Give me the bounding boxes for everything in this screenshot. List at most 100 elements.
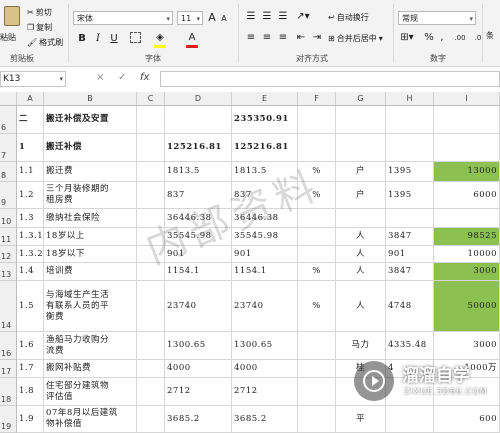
cell-a19[interactable]: 1.9	[17, 406, 44, 433]
border-button[interactable]	[128, 32, 142, 48]
insert-function-icon[interactable]: fx	[140, 72, 149, 83]
cell-h12[interactable]: 901	[386, 246, 434, 263]
cell-h10[interactable]	[386, 209, 434, 228]
align-center-button[interactable]: ≡	[260, 31, 274, 45]
underline-button[interactable]: U	[108, 32, 120, 46]
cell-a18[interactable]: 1.8	[17, 378, 44, 406]
cell-g10[interactable]	[336, 209, 386, 228]
cell-d11[interactable]: 35545.98	[165, 228, 232, 246]
cell-i6[interactable]	[434, 106, 500, 134]
cell-a7[interactable]: 1	[17, 134, 44, 162]
cell-c11[interactable]	[137, 228, 165, 246]
row-header[interactable]: 13	[0, 263, 17, 281]
cell-h8[interactable]: 1395	[386, 162, 434, 182]
cell-i13[interactable]: 3000	[434, 263, 500, 281]
cell-e16[interactable]: 1300.65	[232, 332, 298, 360]
cell-c10[interactable]	[137, 209, 165, 228]
cell-i12[interactable]: 10000	[434, 246, 500, 263]
formula-input[interactable]	[160, 71, 500, 87]
row-header[interactable]: 19	[0, 406, 17, 433]
cell-c18[interactable]	[137, 378, 165, 406]
cell-f19[interactable]	[298, 406, 336, 433]
increase-font-button[interactable]: A	[206, 11, 218, 25]
format-painter-button[interactable]: 🖌 格式刷	[27, 37, 63, 48]
cell-f9[interactable]: %	[298, 182, 336, 209]
align-left-button[interactable]: ≡	[244, 31, 258, 45]
cell-b11[interactable]: 18岁以上	[44, 228, 137, 246]
align-right-button[interactable]: ≡	[276, 31, 290, 45]
merge-center-button[interactable]: ⊞ 合并后居中 ▾	[328, 33, 383, 44]
conditional-format-button[interactable]: 条	[486, 30, 494, 41]
cell-d9[interactable]: 837	[165, 182, 232, 209]
decrease-decimal-button[interactable]: .0	[470, 31, 486, 45]
cell-b19[interactable]: 07年8月以后建筑 物补偿值	[44, 406, 137, 433]
cell-f7[interactable]	[298, 134, 336, 162]
cell-i11[interactable]: 98525	[434, 228, 500, 246]
row-header[interactable]: 8	[0, 162, 17, 182]
cell-e13[interactable]: 1154.1	[232, 263, 298, 281]
row-header[interactable]: 18	[0, 378, 17, 406]
cell-e10[interactable]: 36446.38	[232, 209, 298, 228]
cell-a13[interactable]: 1.4	[17, 263, 44, 281]
cell-d12[interactable]: 901	[165, 246, 232, 263]
cell-d14[interactable]: 23740	[165, 281, 232, 332]
cell-f10[interactable]	[298, 209, 336, 228]
column-header-c[interactable]: C	[137, 92, 165, 106]
align-top-button[interactable]: ☰	[244, 10, 258, 24]
cell-h6[interactable]	[386, 106, 434, 134]
cell-a14[interactable]: 1.5	[17, 281, 44, 332]
cell-a12[interactable]: 1.3.2	[17, 246, 44, 263]
cell-a17[interactable]: 1.7	[17, 360, 44, 378]
column-header-g[interactable]: G	[336, 92, 386, 106]
cell-f18[interactable]	[298, 378, 336, 406]
cell-b17[interactable]: 搬网补贴费	[44, 360, 137, 378]
cell-f16[interactable]	[298, 332, 336, 360]
cell-c19[interactable]	[137, 406, 165, 433]
cell-b10[interactable]: 缴纳社会保险	[44, 209, 137, 228]
cell-c13[interactable]	[137, 263, 165, 281]
cell-d19[interactable]: 3685.2	[165, 406, 232, 433]
decrease-indent-button[interactable]: ⇤	[294, 31, 308, 45]
row-header[interactable]: 11	[0, 228, 17, 246]
cell-e8[interactable]: 1813.5	[232, 162, 298, 182]
cell-h13[interactable]: 3847	[386, 263, 434, 281]
row-header[interactable]: 12	[0, 246, 17, 263]
number-format-select[interactable]: 常规 ▾	[398, 11, 476, 25]
cell-e17[interactable]: 4000	[232, 360, 298, 378]
cell-e18[interactable]: 2712	[232, 378, 298, 406]
column-header-h[interactable]: H	[386, 92, 434, 106]
cell-b6[interactable]: 搬迁补偿及安置	[44, 106, 137, 134]
cell-b13[interactable]: 培训费	[44, 263, 137, 281]
row-header[interactable]: 9	[0, 182, 17, 209]
row-header[interactable]: 14	[0, 281, 17, 332]
cell-b14[interactable]: 与海域生产生活 有联系人员的平 衡费	[44, 281, 137, 332]
cell-f6[interactable]	[298, 106, 336, 134]
cell-a9[interactable]: 1.2	[17, 182, 44, 209]
cell-i14[interactable]: 50000	[434, 281, 500, 332]
cell-h11[interactable]: 3847	[386, 228, 434, 246]
cell-d6[interactable]	[165, 106, 232, 134]
row-header[interactable]: 16	[0, 332, 17, 360]
cell-b9[interactable]: 三个月装修期的 租房费	[44, 182, 137, 209]
cell-c16[interactable]	[137, 332, 165, 360]
cell-e19[interactable]: 3685.2	[232, 406, 298, 433]
cell-i9[interactable]: 6000	[434, 182, 500, 209]
cell-f13[interactable]: %	[298, 263, 336, 281]
cell-f11[interactable]	[298, 228, 336, 246]
cell-h9[interactable]: 1395	[386, 182, 434, 209]
cell-d13[interactable]: 1154.1	[165, 263, 232, 281]
cell-f14[interactable]: %	[298, 281, 336, 332]
cut-button[interactable]: ✂ 剪切	[27, 7, 52, 18]
currency-button[interactable]: ⊞▾	[398, 31, 416, 45]
column-header-i[interactable]: I	[434, 92, 500, 106]
column-header-d[interactable]: D	[165, 92, 232, 106]
cell-b8[interactable]: 搬迁费	[44, 162, 137, 182]
cell-c12[interactable]	[137, 246, 165, 263]
cell-a10[interactable]: 1.3	[17, 209, 44, 228]
cell-c9[interactable]	[137, 182, 165, 209]
font-size-select[interactable]: 11 ▾	[177, 11, 203, 25]
cell-c6[interactable]	[137, 106, 165, 134]
cell-d18[interactable]: 2712	[165, 378, 232, 406]
increase-indent-button[interactable]: ⇥	[310, 31, 324, 45]
select-all-corner[interactable]	[0, 92, 17, 106]
